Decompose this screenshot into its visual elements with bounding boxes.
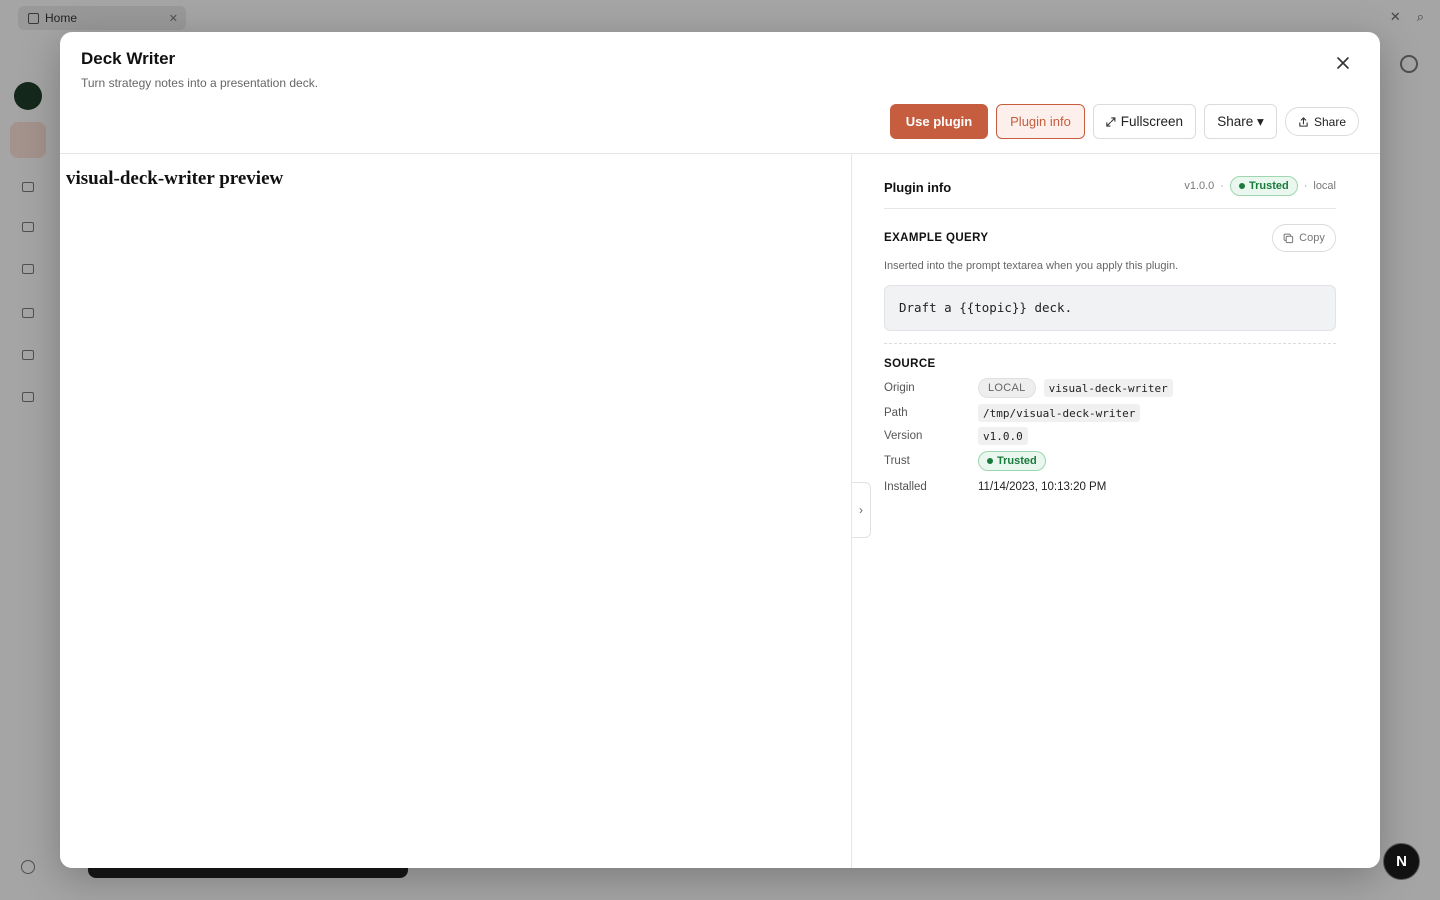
origin-key: Origin xyxy=(884,382,915,394)
plugin-modal: Deck Writer Turn strategy notes into a p… xyxy=(60,32,1380,868)
origin-type-pill: LOCAL xyxy=(978,378,1036,398)
modal-header: Deck Writer Turn strategy notes into a p… xyxy=(60,32,1380,154)
source-row-installed: Installed 11/14/2023, 10:13:20 PM xyxy=(884,477,1106,497)
scope-text: local xyxy=(1313,180,1336,192)
copy-button[interactable]: Copy xyxy=(1272,224,1336,252)
modal-body: visual-deck-writer preview › Plugin info… xyxy=(60,154,1380,868)
share-label: Share xyxy=(1313,114,1346,129)
section-divider xyxy=(884,343,1336,344)
modal-subtitle: Turn strategy notes into a presentation … xyxy=(81,76,319,90)
trusted-badge: Trusted xyxy=(1229,176,1298,196)
installed-value: 11/14/2023, 10:13:20 PM xyxy=(978,481,1107,493)
source-label: SOURCE xyxy=(884,358,936,370)
trusted-label: Trusted xyxy=(1248,180,1289,192)
fullscreen-button[interactable]: Fullscreen xyxy=(1093,104,1196,139)
close-button[interactable] xyxy=(1332,52,1354,74)
origin-name-chip: visual-deck-writer xyxy=(1043,379,1173,397)
upload-icon xyxy=(1299,116,1308,127)
example-query-label: EXAMPLE QUERY xyxy=(884,232,989,244)
source-row-trust: Trust Trusted xyxy=(884,451,1046,471)
example-query-description: Inserted into the prompt textarea when y… xyxy=(884,260,1179,272)
status-dot-icon xyxy=(987,458,993,464)
info-title: Plugin info xyxy=(884,180,952,195)
path-key: Path xyxy=(884,407,908,419)
copy-icon xyxy=(1283,233,1294,243)
fullscreen-label: Fullscreen xyxy=(1120,114,1183,129)
source-row-path: Path /tmp/visual-deck-writer xyxy=(884,403,1141,423)
copy-label: Copy xyxy=(1299,232,1325,244)
share-dropdown-button[interactable]: Share ▾ xyxy=(1204,104,1277,139)
version-value: v1.0.0 xyxy=(978,427,1028,445)
origin-value: LOCAL visual-deck-writer xyxy=(978,378,1173,398)
modal-title: Deck Writer xyxy=(81,49,176,68)
meta-separator: · xyxy=(1220,180,1224,192)
expand-icon xyxy=(1106,116,1116,127)
info-header: Plugin info v1.0.0 · Trusted · local xyxy=(884,176,1336,209)
version-chip: v1.0.0 xyxy=(978,427,1028,445)
trust-key: Trust xyxy=(884,455,910,467)
close-icon xyxy=(1337,57,1349,69)
path-value: /tmp/visual-deck-writer xyxy=(978,404,1141,422)
version-text: v1.0.0 xyxy=(1184,180,1215,192)
preview-pane: visual-deck-writer preview xyxy=(60,154,852,868)
share-button[interactable]: Share xyxy=(1285,107,1359,136)
info-meta: v1.0.0 · Trusted · local xyxy=(1184,176,1336,196)
collapse-panel-handle[interactable]: › xyxy=(852,482,871,538)
trust-badge: Trusted xyxy=(978,451,1046,471)
example-query-text: Draft a {{topic}} deck. xyxy=(884,285,1336,331)
use-plugin-button[interactable]: Use plugin xyxy=(890,104,988,139)
installed-key: Installed xyxy=(884,481,927,493)
version-key: Version xyxy=(884,430,923,442)
trust-badge-label: Trusted xyxy=(997,455,1037,467)
preview-title: visual-deck-writer preview xyxy=(66,168,284,189)
source-row-origin: Origin LOCAL visual-deck-writer xyxy=(884,378,1173,398)
trust-value: Trusted xyxy=(978,451,1046,471)
plugin-info-button[interactable]: Plugin info xyxy=(996,104,1085,139)
dev-tools-badge[interactable]: N xyxy=(1383,843,1420,880)
status-dot-icon xyxy=(1238,183,1245,189)
source-row-version: Version v1.0.0 xyxy=(884,426,1028,446)
header-actions: Use plugin Plugin info Fullscreen Share … xyxy=(890,104,1359,139)
plugin-info-panel: Plugin info v1.0.0 · Trusted · local EXA… xyxy=(852,154,1380,868)
path-chip: /tmp/visual-deck-writer xyxy=(978,404,1141,422)
meta-separator: · xyxy=(1303,180,1308,192)
